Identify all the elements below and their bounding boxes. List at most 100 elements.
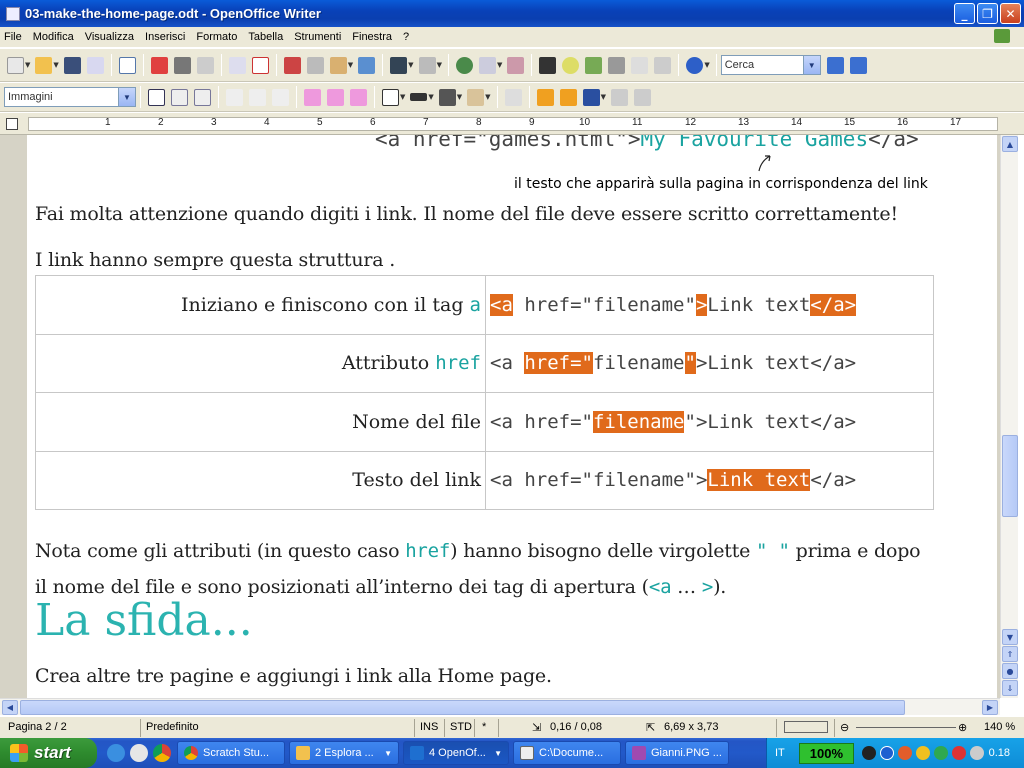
zoom-in-icon[interactable]: ⊕ [958,721,967,734]
start-button[interactable]: start [0,738,97,768]
horizontal-scrollbar[interactable]: ◀ ▶ [0,698,1000,715]
page-style[interactable]: Predefinito [146,721,199,733]
redo-icon[interactable] [418,56,436,74]
navigator-icon[interactable] [562,56,580,74]
menu-finestra[interactable]: Finestra [352,31,392,43]
minimize-button[interactable]: _ [954,3,975,24]
menu-tabella[interactable]: Tabella [248,31,283,43]
bring-to-front-icon[interactable] [536,88,554,106]
spellcheck-icon[interactable] [228,56,246,74]
clock[interactable]: 0.18 [989,747,1010,759]
edit-mode-icon[interactable] [118,56,136,74]
power-plug-icon[interactable] [862,746,877,760]
internet-explorer-icon[interactable] [107,744,125,762]
line-style-icon[interactable] [410,93,428,101]
shield-icon[interactable] [952,746,967,760]
scroll-down-icon[interactable]: ▼ [1002,629,1018,645]
cut-icon[interactable] [283,56,301,74]
find-previous-icon[interactable] [849,56,867,74]
horizontal-scroll-thumb[interactable] [20,700,905,715]
document-page[interactable]: <a href="games.html">My Favourite Games<… [27,135,997,698]
borders-icon[interactable] [382,88,399,106]
wifi-icon[interactable] [934,746,949,760]
chevron-down-icon[interactable]: ▼ [802,56,820,74]
print-icon[interactable] [173,56,191,74]
align-right-icon[interactable] [272,88,289,106]
find-next-icon[interactable] [826,56,844,74]
find-input[interactable]: Cerca ▼ [720,55,821,75]
style-select[interactable]: Immagini ▼ [4,87,136,107]
language-indicator[interactable]: IT [775,747,785,759]
autospellcheck-icon[interactable] [251,56,269,74]
update-icon[interactable] [994,29,1010,43]
gallery-icon[interactable] [585,56,603,74]
zoom-level[interactable]: 140 % [984,721,1015,733]
scroll-left-icon[interactable]: ◀ [2,700,18,715]
task-document[interactable]: C:\Docume... [513,741,621,765]
align-left-icon[interactable] [226,88,243,106]
menu-visualizza[interactable]: Visualizza [85,31,134,43]
link-frames-icon[interactable] [610,88,628,106]
restore-button[interactable]: ❐ [977,3,998,24]
copy-icon[interactable] [306,56,324,74]
close-button[interactable]: ✕ [1000,3,1021,24]
vertical-scroll-thumb[interactable] [1002,435,1018,517]
zoom-slider[interactable] [856,727,956,728]
volume-icon[interactable] [970,746,985,760]
page-indicator[interactable]: Pagina 2 / 2 [8,721,67,733]
navigation-icon[interactable]: ● [1002,663,1018,679]
battery-indicator[interactable]: 100% [798,742,855,764]
menu-inserisci[interactable]: Inserisci [145,31,185,43]
menu-file[interactable]: File [4,31,22,43]
scroll-up-icon[interactable]: ▲ [1002,136,1018,152]
formatting-marks-icon[interactable] [631,56,649,74]
previous-page-icon[interactable]: ⇑ [1002,646,1018,662]
next-page-icon[interactable]: ⇓ [1002,680,1018,696]
hyperlink-icon[interactable] [455,56,473,74]
vertical-scrollbar[interactable]: ▲ ▼ ⇑ ● ⇓ [1000,135,1018,698]
menu-modifica[interactable]: Modifica [33,31,74,43]
task-scratch[interactable]: Scratch Stu... [177,741,285,765]
undo-icon[interactable] [390,56,408,74]
help-icon[interactable] [686,56,704,74]
data-sources-icon[interactable] [608,56,626,74]
tab-type-selector[interactable] [6,118,18,130]
horizontal-ruler[interactable]: 1 2 3 4 5 6 7 8 9 10 11 12 13 14 15 16 17 [0,113,1024,135]
back-arrow-icon[interactable] [880,746,895,760]
menu-strumenti[interactable]: Strumenti [294,31,341,43]
menu-help[interactable]: ? [403,31,409,43]
firefox-icon[interactable] [898,746,913,760]
find-replace-icon[interactable] [539,56,557,74]
media-icon[interactable] [130,744,148,762]
table-icon[interactable] [478,56,496,74]
border-color-icon[interactable] [438,88,456,106]
chevron-down-icon[interactable]: ▼ [118,88,135,106]
anchor-icon[interactable] [582,88,600,106]
selection-mode[interactable]: STD [450,721,472,733]
paste-icon[interactable] [329,56,347,74]
sun-icon[interactable] [916,746,931,760]
task-explorer[interactable]: 2 Esplora ... ▼ [289,741,399,765]
save-icon[interactable] [63,56,81,74]
align-center-icon[interactable] [249,88,266,106]
wrap-page-icon[interactable] [171,88,188,106]
align-top-icon[interactable] [304,88,321,106]
task-image[interactable]: Gianni.PNG ... [625,741,729,765]
open-folder-icon[interactable] [35,56,53,74]
new-document-icon[interactable] [7,56,24,74]
insert-mode[interactable]: INS [420,721,438,733]
align-bottom-icon[interactable] [350,88,367,106]
align-middle-icon[interactable] [327,88,344,106]
show-draw-functions-icon[interactable] [507,56,525,74]
background-color-icon[interactable] [467,88,485,106]
unlink-frames-icon[interactable] [633,88,651,106]
zoom-icon[interactable] [654,56,672,74]
email-icon[interactable] [86,56,104,74]
export-pdf-icon[interactable] [150,56,168,74]
frame-properties-icon[interactable] [504,88,522,106]
chrome-icon[interactable] [153,744,171,762]
wrap-off-icon[interactable] [148,88,165,106]
wrap-through-icon[interactable] [194,88,211,106]
menu-formato[interactable]: Formato [196,31,237,43]
print-preview-icon[interactable] [196,56,214,74]
